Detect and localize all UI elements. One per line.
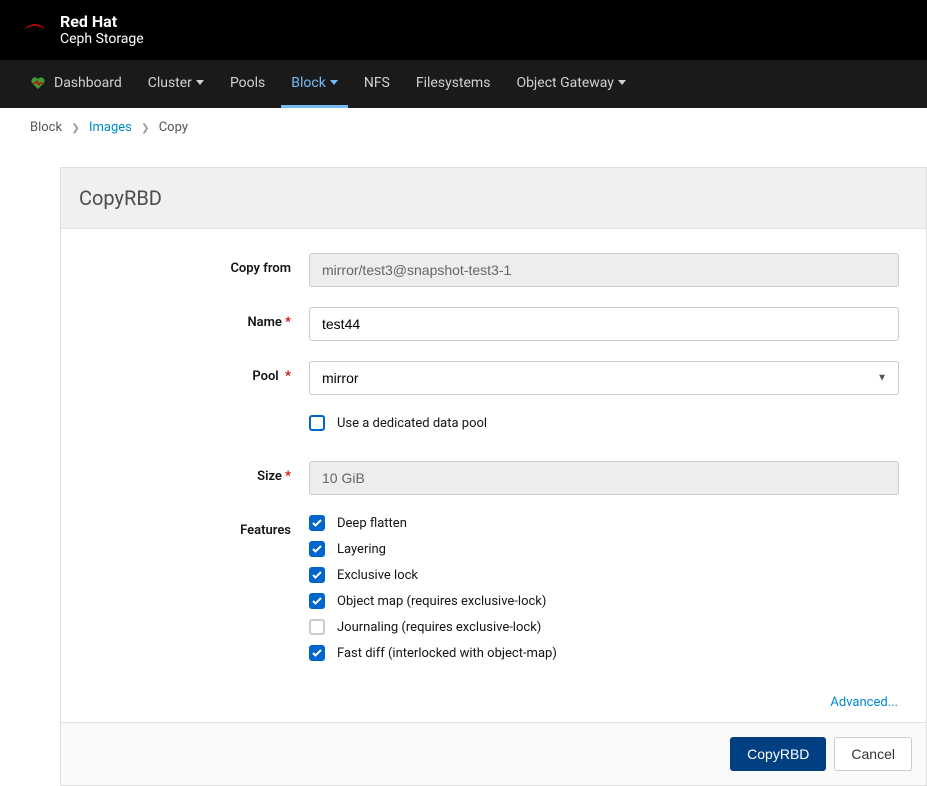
heartbeat-icon: [30, 76, 46, 90]
brand-text: Red Hat Ceph Storage: [60, 12, 144, 48]
feature-fast-diff-checkbox[interactable]: [309, 645, 325, 661]
main-nav: Dashboard Cluster Pools Block NFS Filesy…: [0, 60, 927, 108]
nav-pools-label: Pools: [230, 75, 265, 91]
size-label: Size *: [61, 461, 309, 495]
breadcrumb-copy: Copy: [159, 120, 188, 135]
feature-exclusive-lock-checkbox[interactable]: [309, 567, 325, 583]
features-label: Features: [61, 515, 309, 671]
brand-logo[interactable]: Red Hat Ceph Storage: [20, 12, 144, 48]
nav-cluster-label: Cluster: [148, 75, 192, 91]
name-label: Name *: [61, 307, 309, 341]
dedicated-pool-label[interactable]: Use a dedicated data pool: [337, 416, 487, 431]
nav-object-gateway[interactable]: Object Gateway: [506, 60, 635, 108]
cancel-button[interactable]: Cancel: [834, 737, 912, 771]
nav-pools[interactable]: Pools: [220, 60, 275, 108]
dedicated-pool-checkbox[interactable]: [309, 415, 325, 431]
feature-deep-flatten-label[interactable]: Deep flatten: [337, 516, 407, 531]
feature-journaling-label[interactable]: Journaling (requires exclusive-lock): [337, 620, 541, 635]
nav-dashboard-label: Dashboard: [54, 75, 122, 91]
copy-rbd-panel: CopyRBD Copy from Name * Pool *: [60, 167, 927, 786]
feature-layering-label[interactable]: Layering: [337, 542, 386, 557]
breadcrumb-block[interactable]: Block: [30, 120, 62, 135]
nav-dashboard[interactable]: Dashboard: [20, 60, 132, 108]
feature-deep-flatten-checkbox[interactable]: [309, 515, 325, 531]
feature-layering-checkbox[interactable]: [309, 541, 325, 557]
nav-nfs[interactable]: NFS: [354, 60, 400, 108]
panel-title: CopyRBD: [61, 168, 926, 229]
copyfrom-input: [309, 253, 899, 287]
feature-journaling-checkbox[interactable]: [309, 619, 325, 635]
pool-select[interactable]: mirror: [309, 361, 899, 395]
nav-filesystems-label: Filesystems: [416, 75, 491, 91]
nav-cluster[interactable]: Cluster: [138, 60, 214, 108]
copyfrom-label: Copy from: [61, 253, 309, 287]
advanced-link[interactable]: Advanced...: [830, 695, 898, 710]
feature-object-map-label[interactable]: Object map (requires exclusive-lock): [337, 594, 546, 609]
redhat-icon: [20, 19, 50, 41]
submit-button[interactable]: CopyRBD: [730, 737, 826, 771]
nav-nfs-label: NFS: [364, 75, 390, 91]
nav-objectgw-label: Object Gateway: [516, 75, 613, 91]
panel-footer: CopyRBD Cancel: [61, 722, 926, 785]
breadcrumb: Block ❯ Images ❯ Copy: [0, 108, 927, 147]
breadcrumb-images[interactable]: Images: [89, 120, 132, 135]
topbar: Red Hat Ceph Storage: [0, 0, 927, 60]
feature-exclusive-lock-label[interactable]: Exclusive lock: [337, 568, 418, 583]
chevron-down-icon: [618, 80, 626, 85]
nav-filesystems[interactable]: Filesystems: [406, 60, 501, 108]
breadcrumb-sep: ❯: [141, 123, 149, 134]
name-input[interactable]: [309, 307, 899, 341]
nav-block-label: Block: [291, 75, 326, 91]
chevron-down-icon: [196, 80, 204, 85]
feature-fast-diff-label[interactable]: Fast diff (interlocked with object-map): [337, 646, 557, 661]
pool-label: Pool *: [61, 361, 309, 395]
nav-block[interactable]: Block: [281, 60, 348, 108]
size-input: [309, 461, 899, 495]
breadcrumb-sep: ❯: [71, 123, 79, 134]
feature-object-map-checkbox[interactable]: [309, 593, 325, 609]
chevron-down-icon: [330, 80, 338, 85]
